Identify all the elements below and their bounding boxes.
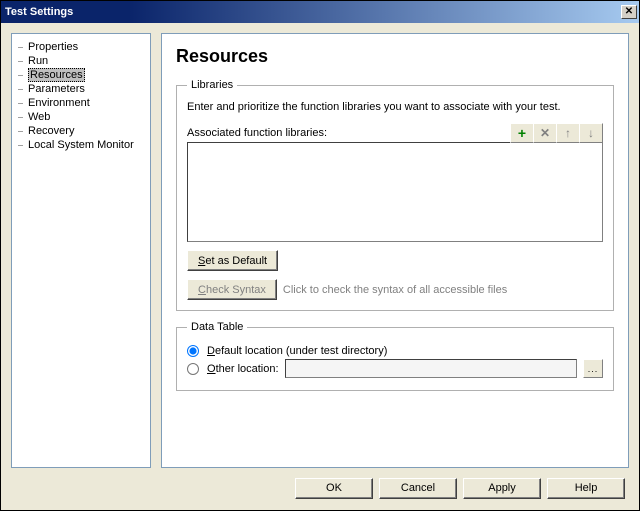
set-as-default-button[interactable]: Set as Default xyxy=(187,250,278,271)
libraries-toolbar: + ✕ ↑ ↓ xyxy=(510,123,603,143)
add-library-button[interactable]: + xyxy=(510,123,534,143)
x-icon: ✕ xyxy=(540,126,550,140)
datatable-group: Data Table Default location (under test … xyxy=(176,321,614,391)
nav-item-run[interactable]: Run xyxy=(16,54,146,68)
dialog-buttons: OK Cancel Apply Help xyxy=(11,468,629,504)
window-title: Test Settings xyxy=(5,6,621,18)
nav-item-environment[interactable]: Environment xyxy=(16,96,146,110)
move-up-button[interactable]: ↑ xyxy=(556,123,580,143)
plus-icon: + xyxy=(518,126,526,140)
remove-library-button[interactable]: ✕ xyxy=(533,123,557,143)
content-pane: Resources Libraries Enter and prioritize… xyxy=(161,33,629,468)
nav-item-parameters[interactable]: Parameters xyxy=(16,82,146,96)
default-location-radio[interactable] xyxy=(187,345,199,357)
other-location-input[interactable] xyxy=(285,359,577,378)
move-down-button[interactable]: ↓ xyxy=(579,123,603,143)
libraries-desc: Enter and prioritize the function librar… xyxy=(187,101,603,113)
libraries-group: Libraries Enter and prioritize the funct… xyxy=(176,79,614,311)
nav-tree[interactable]: Properties Run Resources Parameters Envi… xyxy=(11,33,151,468)
nav-item-local-system-monitor[interactable]: Local System Monitor xyxy=(16,138,146,152)
apply-button[interactable]: Apply xyxy=(463,478,541,499)
cancel-button[interactable]: Cancel xyxy=(379,478,457,499)
libraries-legend: Libraries xyxy=(187,79,237,91)
arrow-down-icon: ↓ xyxy=(588,126,594,140)
titlebar: Test Settings ✕ xyxy=(1,1,639,23)
dialog-body: Properties Run Resources Parameters Envi… xyxy=(1,23,639,510)
nav-item-resources[interactable]: Resources xyxy=(16,68,146,82)
nav-item-recovery[interactable]: Recovery xyxy=(16,124,146,138)
arrow-up-icon: ↑ xyxy=(565,126,571,140)
nav-item-web[interactable]: Web xyxy=(16,110,146,124)
check-syntax-button[interactable]: Check Syntax xyxy=(187,279,277,300)
default-location-label: Default location (under test directory) xyxy=(207,345,387,357)
other-location-label: Other location: xyxy=(207,363,279,375)
check-syntax-hint: Click to check the syntax of all accessi… xyxy=(283,284,507,296)
ok-button[interactable]: OK xyxy=(295,478,373,499)
help-button[interactable]: Help xyxy=(547,478,625,499)
test-settings-dialog: Test Settings ✕ Properties Run Resources… xyxy=(0,0,640,511)
assoc-libraries-label: Associated function libraries: xyxy=(187,127,510,139)
close-icon[interactable]: ✕ xyxy=(621,5,637,19)
nav-item-properties[interactable]: Properties xyxy=(16,40,146,54)
other-location-radio[interactable] xyxy=(187,363,199,375)
page-title: Resources xyxy=(176,46,614,67)
browse-button[interactable]: ... xyxy=(583,359,603,378)
assoc-libraries-list[interactable] xyxy=(187,142,603,242)
datatable-legend: Data Table xyxy=(187,321,247,333)
ellipsis-icon: ... xyxy=(588,364,599,374)
